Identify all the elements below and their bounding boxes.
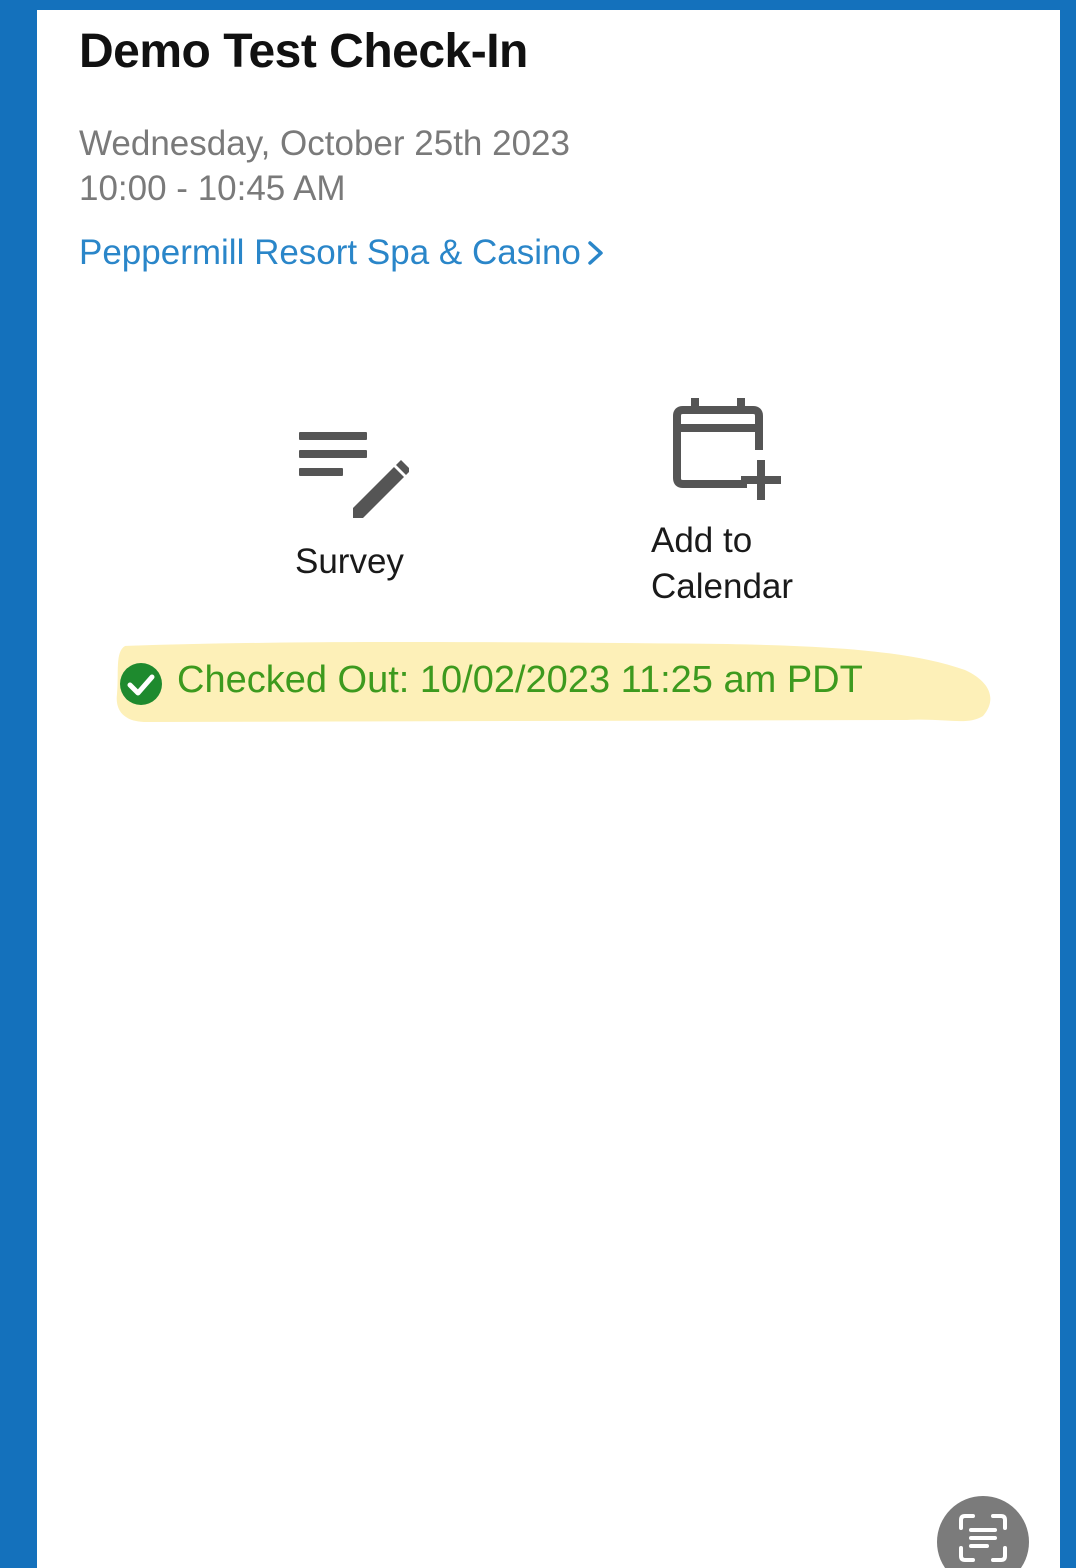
checked-out-text: Checked Out: 10/02/2023 11:25 am PDT [177,658,863,701]
survey-label: Survey [295,542,404,581]
location-link[interactable]: Peppermill Resort Spa & Casino [79,233,607,273]
survey-pencil-icon [299,432,409,518]
calendar-add-icon [673,398,781,500]
text-scan-button[interactable] [937,1496,1029,1568]
add-to-calendar-label: Add to Calendar [651,521,794,606]
chevron-right-icon [588,241,603,265]
check-circle-icon [120,663,162,705]
event-time: 10:00 - 10:45 AM [79,169,346,208]
text-scan-icon [959,1514,1007,1562]
add-to-calendar-button[interactable]: Add to Calendar [645,388,845,618]
survey-button[interactable]: Survey [277,410,427,600]
event-date: Wednesday, October 25th 2023 [79,124,570,163]
checked-out-status: Checked Out: 10/02/2023 11:25 am PDT [119,654,863,706]
event-title: Demo Test Check-In [79,25,528,78]
location-label: Peppermill Resort Spa & Casino [79,233,581,272]
event-detail-screen: Demo Test Check-In Wednesday, October 25… [37,10,1060,1568]
